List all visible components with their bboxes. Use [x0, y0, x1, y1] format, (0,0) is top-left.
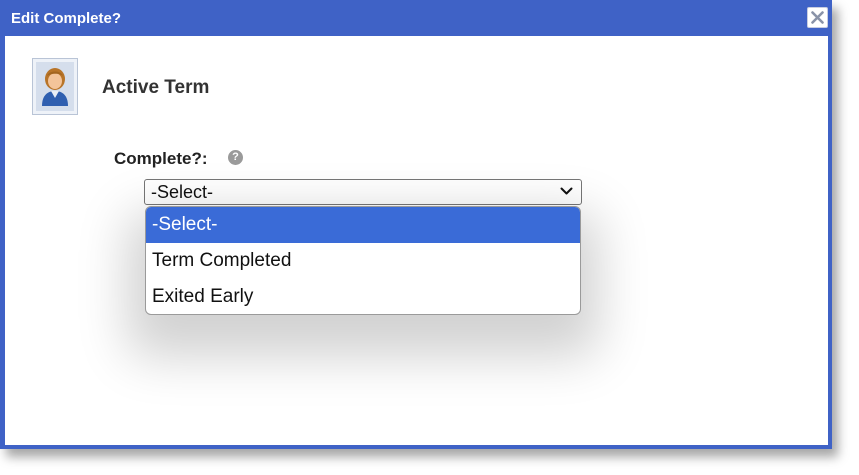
- user-avatar-icon: [32, 58, 78, 115]
- edit-complete-dialog: Edit Complete? Active Term Complete?: ? …: [0, 0, 832, 449]
- dialog-titlebar[interactable]: Edit Complete?: [0, 0, 832, 36]
- dialog-body: Active Term Complete?: ? -Select- -Selec…: [5, 36, 828, 445]
- option-select[interactable]: -Select-: [146, 207, 580, 243]
- option-term-completed[interactable]: Term Completed: [146, 243, 580, 279]
- close-icon: [811, 11, 824, 24]
- term-title: Active Term: [102, 77, 210, 98]
- option-exited-early[interactable]: Exited Early: [146, 279, 580, 314]
- chevron-down-icon: [560, 187, 573, 195]
- dialog-title: Edit Complete?: [11, 10, 122, 27]
- complete-label: Complete?:: [114, 149, 208, 168]
- complete-select[interactable]: -Select-: [144, 179, 582, 205]
- help-icon[interactable]: ?: [228, 150, 243, 165]
- select-value: -Select-: [151, 182, 214, 202]
- complete-dropdown-list: -Select- Term Completed Exited Early: [145, 206, 581, 315]
- close-button[interactable]: [807, 7, 828, 28]
